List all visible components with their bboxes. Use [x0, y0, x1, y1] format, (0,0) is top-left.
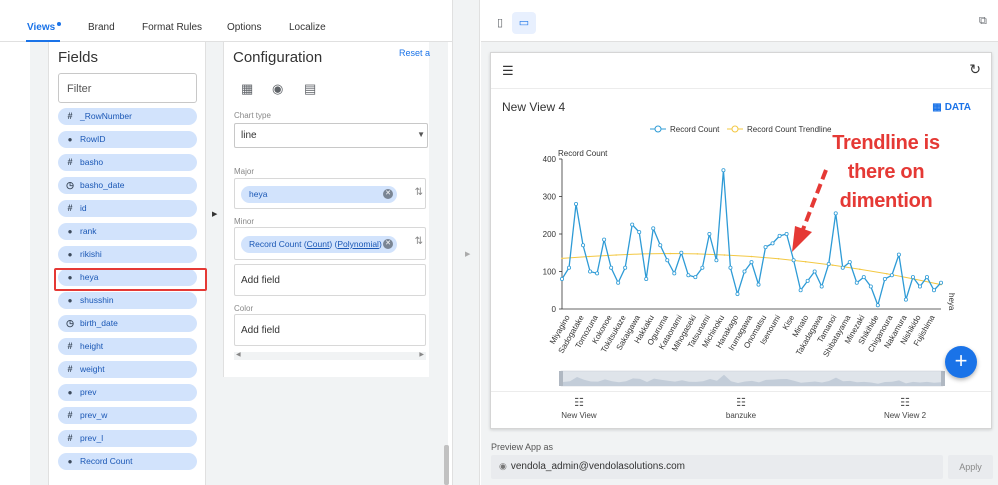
user-icon: ◉ — [499, 461, 507, 471]
annotation-arrow-line — [800, 169, 828, 233]
apply-button[interactable]: Apply — [948, 455, 993, 479]
preview-as-input[interactable]: ◉ vendola_admin@vendolasolutions.com — [491, 455, 943, 479]
preview-as-label: Preview App as — [491, 442, 554, 452]
annotation-arrow-head — [792, 226, 812, 252]
annotation-arrow — [792, 169, 828, 252]
